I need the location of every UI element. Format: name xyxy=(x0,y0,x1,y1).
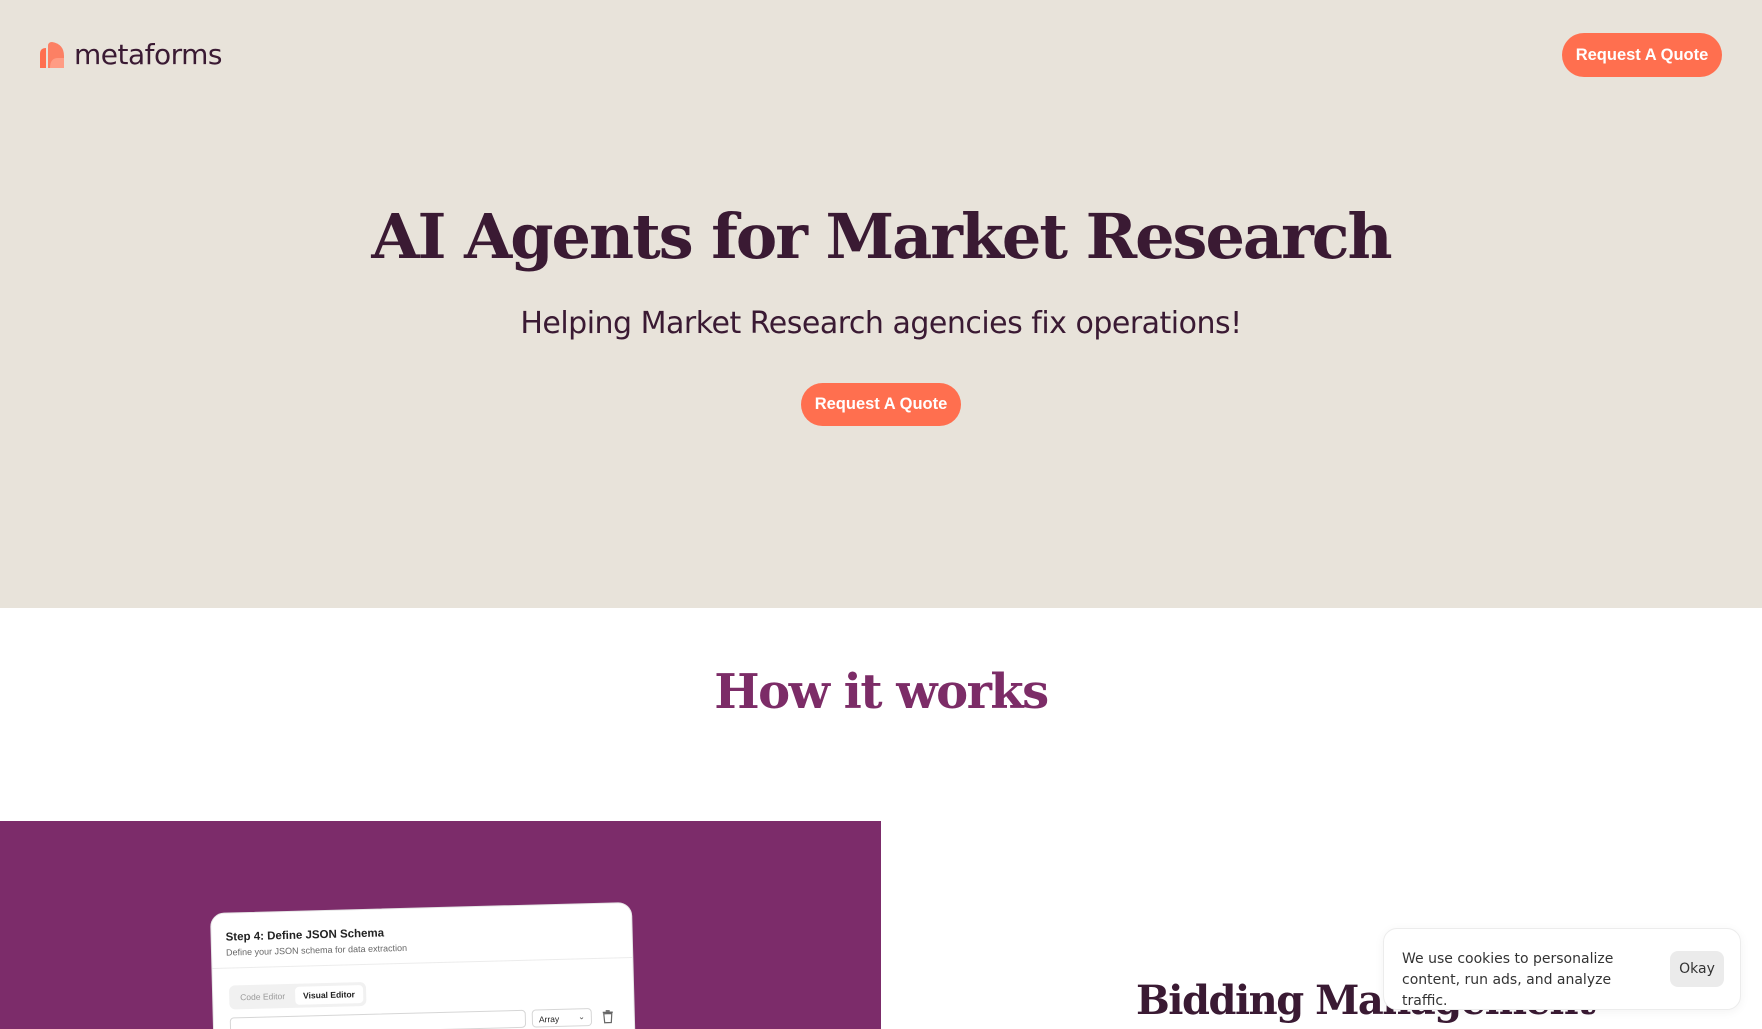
schema-mockup-card: Step 4: Define JSON Schema Define your J… xyxy=(210,901,637,1029)
trash-icon xyxy=(602,1009,614,1024)
mockup-schema-row: Array ⌄ xyxy=(229,1007,626,1029)
hero-section: metaforms Request A Quote AI Agents for … xyxy=(0,0,1762,608)
hero-title: AI Agents for Market Research xyxy=(371,200,1392,273)
cookie-banner: We use cookies to personalize content, r… xyxy=(1383,928,1741,1010)
cookie-text: We use cookies to personalize content, r… xyxy=(1402,951,1614,1009)
mockup-field-input xyxy=(229,1009,527,1029)
logo[interactable]: metaforms xyxy=(40,38,223,71)
tab-code-editor: Code Editor xyxy=(240,991,286,1003)
feature-image-panel: Step 4: Define JSON Schema Define your J… xyxy=(0,821,881,1029)
mockup-editor-tabs: Code Editor Visual Editor xyxy=(228,981,367,1010)
how-it-works-title: How it works xyxy=(714,664,1049,720)
logo-mark-icon xyxy=(40,41,64,68)
mockup-header: Step 4: Define JSON Schema Define your J… xyxy=(211,902,633,969)
logo-text: metaforms xyxy=(74,38,223,71)
request-quote-hero-button[interactable]: Request A Quote xyxy=(801,383,961,426)
mockup-type-select: Array ⌄ xyxy=(531,1008,593,1028)
hero-subtitle: Helping Market Research agencies fix ope… xyxy=(520,306,1242,341)
cookie-okay-button[interactable]: Okay xyxy=(1670,951,1724,987)
chevron-down-icon: ⌄ xyxy=(578,1012,585,1022)
request-quote-header-button[interactable]: Request A Quote xyxy=(1562,33,1722,77)
mockup-type-select-value: Array xyxy=(538,1013,560,1025)
tab-visual-editor: Visual Editor xyxy=(294,985,364,1005)
